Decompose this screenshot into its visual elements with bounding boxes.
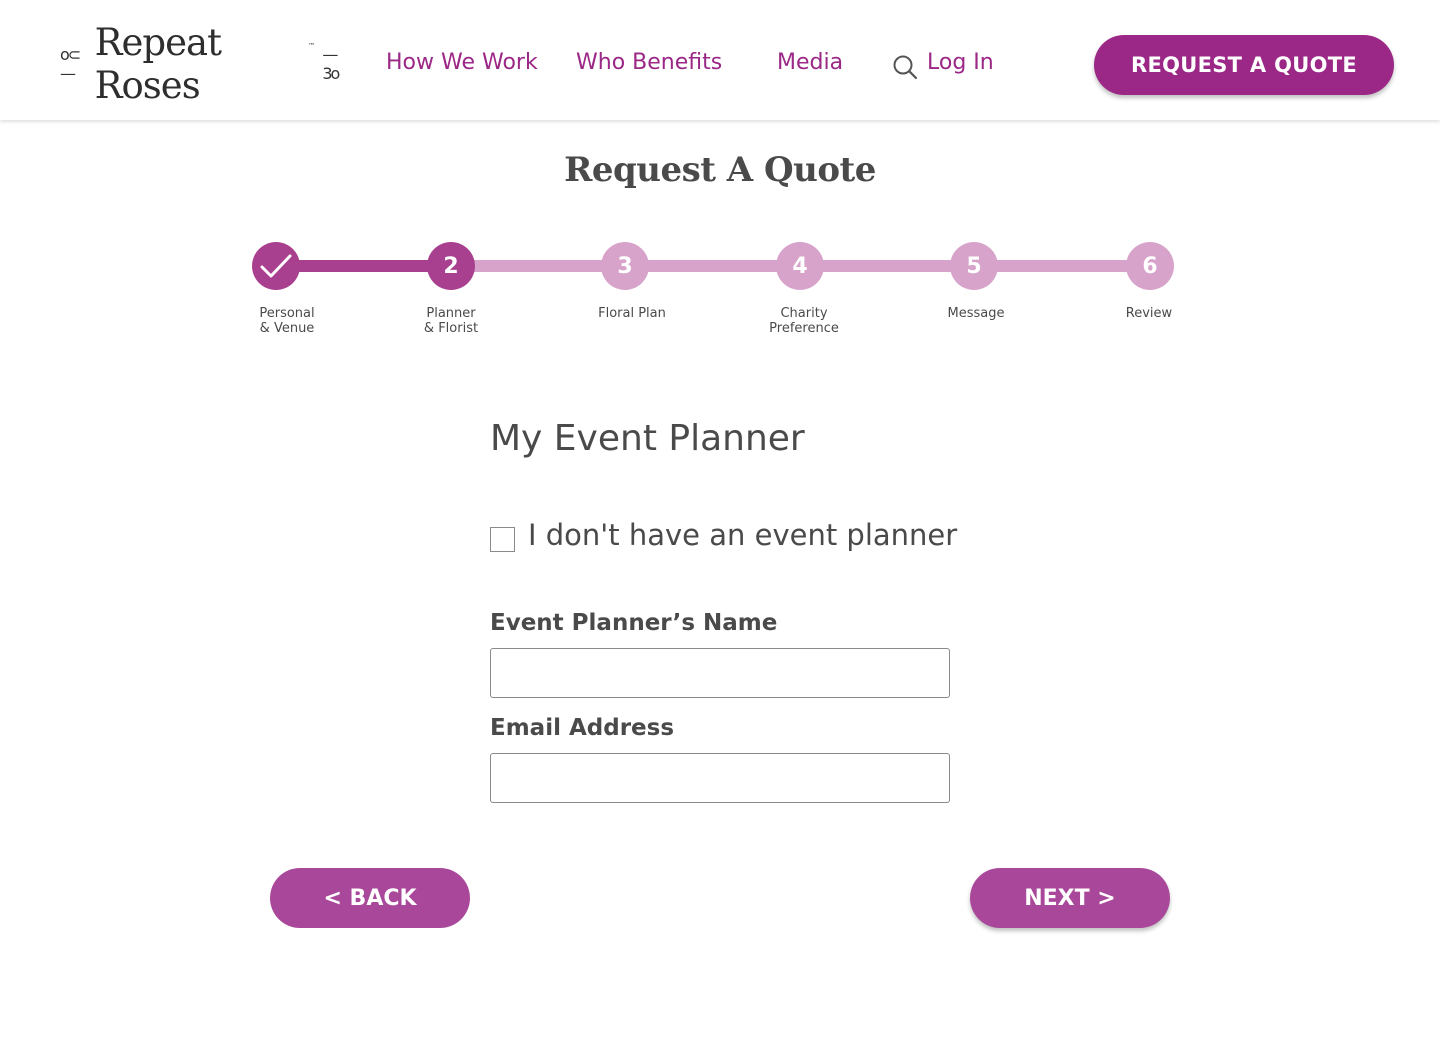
next-button[interactable]: NEXT > <box>970 868 1170 928</box>
no-planner-checkbox[interactable] <box>490 527 515 552</box>
step-3-label: Floral Plan <box>598 306 666 321</box>
step-6-circle: 6 <box>1126 242 1174 290</box>
section-title: My Event Planner <box>490 418 805 459</box>
step-5-circle: 5 <box>950 242 998 290</box>
step-1-label: Personal & Venue <box>259 306 315 336</box>
step-1-circle[interactable] <box>252 242 300 290</box>
no-planner-checkbox-label[interactable]: I don't have an event planner <box>528 518 957 552</box>
step-2-circle[interactable]: 2 <box>427 242 475 290</box>
back-button[interactable]: < BACK <box>270 868 470 928</box>
step-5-label: Message <box>947 306 1005 321</box>
step-3-circle: 3 <box>601 242 649 290</box>
step-4-label: Charity Preference <box>769 306 839 336</box>
checkmark-icon <box>260 254 292 278</box>
step-6-label: Review <box>1125 306 1173 321</box>
step-2-label: Planner & Florist <box>423 306 479 336</box>
planner-name-input[interactable] <box>490 648 950 698</box>
planner-name-label: Event Planner’s Name <box>490 610 778 636</box>
stepper-track-completed <box>276 260 451 272</box>
email-address-label: Email Address <box>490 715 675 741</box>
step-4-circle: 4 <box>776 242 824 290</box>
progress-stepper: 2 3 4 5 6 Personal & Venue Planner & Flo… <box>0 0 1440 360</box>
email-address-input[interactable] <box>490 753 950 803</box>
